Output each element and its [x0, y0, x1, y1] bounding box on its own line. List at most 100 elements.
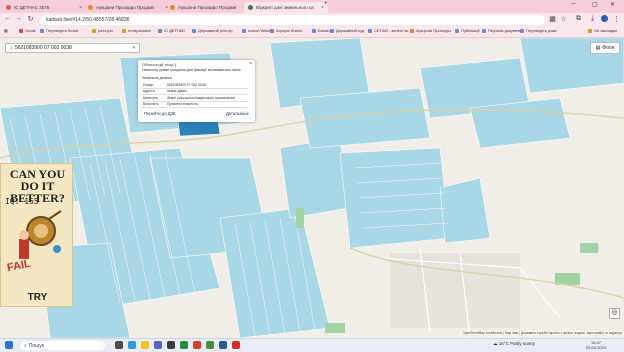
green-parcel: [296, 208, 304, 228]
bookmark-item[interactable]: Державний реєстр: [192, 28, 233, 33]
parcel-group: [439, 177, 491, 244]
cadastre-search-input[interactable]: ⌕ 5621083900 07 002 0038 ✕: [5, 43, 140, 53]
bookmark-item[interactable]: Gmail: [19, 28, 35, 33]
bookmarks-bar: ▦ Gmail Переведіть ботки реєстри нотаріа…: [0, 27, 624, 38]
close-window-icon[interactable]: ✕: [610, 1, 615, 8]
parcel-group: [339, 147, 451, 249]
store-icon[interactable]: [167, 341, 175, 349]
cadastral-map[interactable]: ⌕ 5621083900 07 002 0038 ✕ ▤ Фоон ◎ Об'єк…: [0, 38, 624, 338]
favicon-icon: [6, 5, 11, 10]
download-icon[interactable]: ⤓: [588, 15, 597, 23]
apps-icon[interactable]: ▦: [4, 28, 8, 33]
bookmark-item[interactable]: нотаріальна: [122, 28, 151, 33]
close-tab-icon[interactable]: ×: [76, 5, 82, 11]
extensions-icon[interactable]: ▦: [548, 15, 557, 23]
clock[interactable]: 15:47 05.04.2023: [586, 340, 606, 350]
all-bookmarks[interactable]: Усі закладки: [588, 28, 617, 33]
reload-icon[interactable]: ↻: [26, 15, 35, 23]
bookmark-item[interactable]: СЕТАМ - зелені чи: [368, 28, 408, 33]
locate-icon[interactable]: ◎: [609, 308, 620, 319]
favicon-icon: [248, 5, 253, 10]
map-attribution[interactable]: OpenStreetMap contributors | Map data | …: [460, 331, 624, 335]
puzzle-icon[interactable]: ⧉: [574, 15, 583, 23]
bookmark-icon: [368, 28, 372, 33]
tab-2[interactable]: Аукціони Прозорро Продажі ×: [84, 2, 172, 13]
bookmark-icon: [158, 28, 162, 33]
goto-dzk-link[interactable]: Перейти до ДЗК: [144, 111, 176, 116]
bookmark-item[interactable]: Аграрні бізнес: [270, 28, 302, 33]
chrome-icon[interactable]: [206, 341, 214, 349]
address-bar[interactable]: kadastr.live/#14.2/50.48557/28.46836: [40, 15, 545, 25]
bookmark-item[interactable]: Аукціони Прозорро: [410, 28, 451, 33]
edge-icon[interactable]: [128, 341, 136, 349]
bookmark-item[interactable]: Публікації: [455, 28, 480, 33]
ad-try-button[interactable]: TRY: [1, 292, 74, 303]
star-icon[interactable]: ☆: [559, 15, 568, 23]
bookmark-icon: [410, 28, 414, 33]
search-icon: ⌕: [24, 342, 27, 349]
table-row: Власність Приватна власність: [142, 101, 248, 108]
minimize-icon[interactable]: –: [572, 1, 575, 7]
bookmark-item[interactable]: Аннон Watch: [242, 28, 272, 33]
close-icon[interactable]: ×: [249, 61, 252, 67]
new-tab-icon[interactable]: +: [324, 1, 328, 7]
maximize-icon[interactable]: ▢: [592, 1, 598, 8]
avatar[interactable]: [600, 15, 609, 24]
bookmark-item[interactable]: ІС ДЕТНАС: [158, 28, 185, 33]
taskbar-search[interactable]: ⌕ Пошук: [20, 341, 105, 350]
green-parcel: [325, 323, 345, 333]
parcel-group: [279, 137, 351, 219]
bookmark-icon: [242, 28, 246, 33]
taskbar: ⌕ Пошук ☁ 16°C Partly sunny 15:47 05.04.20…: [0, 338, 624, 352]
folder-icon: [588, 28, 592, 33]
word-icon[interactable]: [219, 341, 227, 349]
search-icon: ⌕: [10, 45, 13, 51]
bookmark-item[interactable]: Баланс: [312, 28, 332, 33]
browser-toolbar: ← → ↻ kadastr.live/#14.2/50.48557/28.468…: [0, 13, 624, 27]
back-icon[interactable]: ←: [3, 15, 12, 22]
details-link[interactable]: Детальніше: [226, 111, 249, 116]
favicon-icon: [170, 5, 175, 10]
gmail-icon: [19, 28, 23, 33]
tab-1[interactable]: ІС ДЕТНАС 2576 ×: [2, 2, 86, 13]
windows-start-icon[interactable]: [5, 341, 13, 349]
green-parcel: [580, 243, 598, 253]
tab-active[interactable]: Відкриті дані земельного ка ×: [244, 2, 328, 13]
clear-search-icon[interactable]: ✕: [132, 45, 136, 51]
selected-parcel: [177, 119, 221, 137]
parcel-group: [219, 207, 331, 338]
explorer-icon[interactable]: [141, 341, 149, 349]
layers-button[interactable]: ▤ Фоон: [590, 42, 620, 54]
task-view-icon[interactable]: [115, 341, 123, 349]
powerpoint-icon[interactable]: [193, 341, 201, 349]
layers-icon: ▤: [595, 45, 601, 51]
bookmark-item[interactable]: Переведіть ботки: [40, 28, 78, 33]
folder-icon: [92, 28, 96, 33]
forward-icon[interactable]: →: [14, 15, 23, 22]
ad-fail-label: FAIL: [6, 257, 32, 275]
bookmark-icon: [192, 28, 196, 33]
parcel-popup: Об'єкти в цій точці: 1 Натисніть праве кл…: [138, 60, 255, 122]
weather-widget[interactable]: ☁ 16°C Partly sunny: [493, 341, 535, 347]
bookmark-item[interactable]: реєстри: [92, 28, 113, 33]
popup-header: Об'єкти в цій точці: 1 Натисніть праве кл…: [142, 63, 241, 72]
tab-strip: ІС ДЕТНАС 2576 × Аукціони Прозорро Продаж…: [0, 0, 624, 13]
bookmark-item[interactable]: Переведіть роки: [520, 28, 556, 33]
bookmark-icon: [455, 28, 459, 33]
acrobat-icon[interactable]: [232, 341, 240, 349]
bookmark-item[interactable]: Державний суд: [330, 28, 364, 33]
menu-icon[interactable]: ⋮: [612, 15, 621, 23]
parcel-info-table: Номер 5621083900 07 002 0038 Адреса немає …: [142, 82, 248, 108]
ad-illustration: [19, 210, 62, 259]
ad-iq-score: IQ: 155: [5, 197, 39, 206]
excel-icon[interactable]: [180, 341, 188, 349]
bookmark-icon: [330, 28, 334, 33]
tab-3[interactable]: Аукціони Прозорро Продажі×: [166, 2, 250, 13]
folder-icon: [122, 28, 126, 33]
game-ad-banner[interactable]: CAN YOU DO IT BETTER? IQ: 155 FAIL TRY: [0, 163, 73, 307]
teams-icon[interactable]: [154, 341, 162, 349]
parcel-group: [299, 87, 431, 149]
bookmark-item[interactable]: Переказ документ: [482, 28, 522, 33]
bookmark-icon: [40, 28, 44, 33]
parcel-layer[interactable]: [0, 38, 624, 338]
